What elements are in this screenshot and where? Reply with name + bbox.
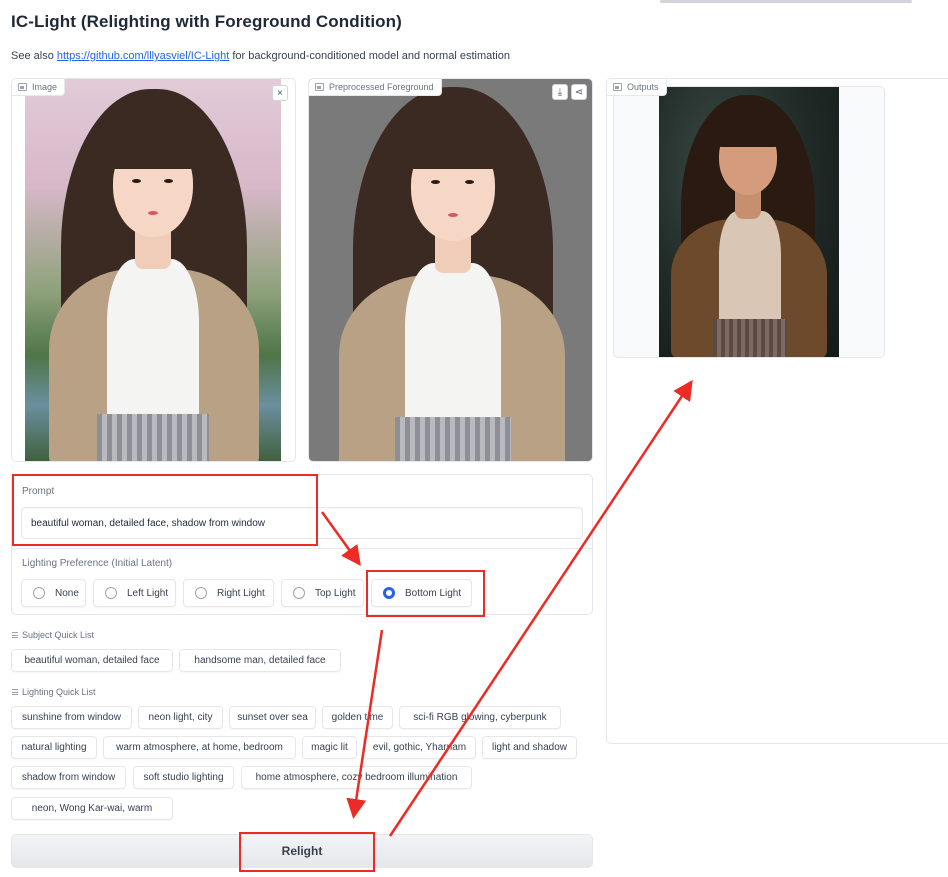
download-icon[interactable]: ⤓	[552, 84, 568, 100]
subject-quick-list-label: Subject Quick List	[12, 630, 94, 640]
subject-chip[interactable]: beautiful woman, detailed face	[11, 649, 173, 672]
radio-label: Left Light	[127, 587, 169, 599]
radio-bottom-light[interactable]: Bottom Light	[371, 579, 472, 607]
outputs-label-text: Outputs	[627, 82, 659, 92]
image-label-text: Image	[32, 82, 58, 92]
radio-label: None	[55, 587, 79, 599]
lighting-chip[interactable]: shadow from window	[11, 766, 126, 789]
see-also-prefix: See also	[11, 50, 57, 62]
lighting-chip[interactable]: home atmosphere, cozy bedroom illuminati…	[241, 766, 472, 789]
lighting-chip[interactable]: evil, gothic, Yharnam	[363, 736, 476, 759]
lighting-chip[interactable]: light and shadow	[482, 736, 577, 759]
image-icon	[18, 83, 27, 91]
foreground-panel-label: Preprocessed Foreground	[309, 79, 442, 96]
prompt-input[interactable]	[21, 507, 583, 539]
outputs-panel-label: Outputs	[607, 79, 667, 96]
subject-quick-list-text: Subject Quick List	[22, 630, 95, 640]
radio-top-light[interactable]: Top Light	[281, 579, 364, 607]
radio-label: Bottom Light	[405, 587, 462, 599]
lighting-chip[interactable]: magic lit	[302, 736, 357, 759]
lighting-quick-list-text: Lighting Quick List	[22, 687, 96, 697]
radio-circle	[195, 587, 207, 599]
radio-circle	[105, 587, 117, 599]
image-icon	[315, 83, 324, 91]
see-also-text: See also https://github.com/lllyasviel/I…	[11, 50, 510, 62]
radio-label: Top Light	[315, 587, 356, 599]
lighting-chip[interactable]: sunset over sea	[229, 706, 316, 729]
lighting-chip[interactable]: soft studio lighting	[133, 766, 234, 789]
radio-circle	[293, 587, 305, 599]
lighting-quick-list-label: Lighting Quick List	[12, 687, 96, 697]
share-icon[interactable]: ⋖	[571, 84, 587, 100]
input-photo	[25, 79, 281, 461]
lighting-chip[interactable]: neon, Wong Kar-wai, warm	[11, 797, 173, 820]
lighting-chip[interactable]: natural lighting	[11, 736, 97, 759]
list-icon	[12, 689, 18, 695]
list-icon	[12, 632, 18, 638]
image-icon	[613, 83, 622, 91]
output-gallery[interactable]	[613, 86, 885, 358]
lighting-preference-label: Lighting Preference (Initial Latent)	[22, 558, 173, 569]
lighting-chip[interactable]: sci-fi RGB glowing, cyberpunk	[399, 706, 561, 729]
group-divider	[12, 548, 592, 549]
radio-right-light[interactable]: Right Light	[183, 579, 274, 607]
page-scrollbar[interactable]	[660, 0, 912, 3]
relight-button[interactable]: Relight	[11, 834, 593, 868]
foreground-panel[interactable]: Preprocessed Foreground ⤓ ⋖	[308, 78, 593, 462]
lighting-chip[interactable]: sunshine from window	[11, 706, 132, 729]
lighting-chip[interactable]: neon light, city	[138, 706, 223, 729]
foreground-label-text: Preprocessed Foreground	[329, 82, 434, 92]
subject-chip[interactable]: handsome man, detailed face	[179, 649, 341, 672]
page-title: IC-Light (Relighting with Foreground Con…	[11, 12, 402, 31]
foreground-photo	[309, 79, 592, 461]
radio-none[interactable]: None	[21, 579, 86, 607]
output-photo[interactable]	[659, 87, 839, 357]
image-panel[interactable]: Image ×	[11, 78, 296, 462]
radio-label: Right Light	[217, 587, 265, 599]
radio-circle	[33, 587, 45, 599]
lighting-chip[interactable]: warm atmosphere, at home, bedroom	[103, 736, 296, 759]
close-icon[interactable]: ×	[272, 85, 288, 101]
see-also-suffix: for background-conditioned model and nor…	[229, 50, 510, 62]
github-link[interactable]: https://github.com/lllyasviel/IC-Light	[57, 50, 229, 62]
prompt-label: Prompt	[22, 486, 55, 497]
radio-left-light[interactable]: Left Light	[93, 579, 176, 607]
radio-circle-selected	[383, 587, 395, 599]
lighting-chip[interactable]: golden time	[322, 706, 393, 729]
image-panel-label: Image	[12, 79, 66, 96]
